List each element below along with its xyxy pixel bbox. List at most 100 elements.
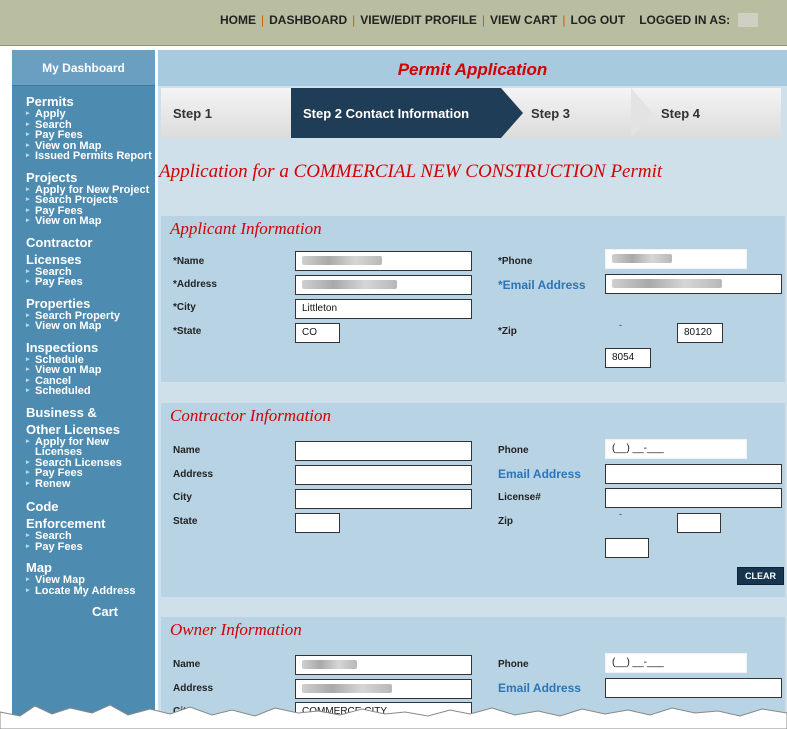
- label-name: Name: [173, 445, 201, 456]
- label-email: Email Address: [498, 681, 581, 695]
- sidebar-dashboard-link[interactable]: My Dashboard: [12, 50, 155, 86]
- step-4[interactable]: Step 4: [631, 88, 781, 138]
- sidebar-section-contractor-licenses: Contractor Licenses Search Pay Fees: [12, 235, 155, 288]
- zip-dash: -: [619, 320, 622, 330]
- applicant-email-field[interactable]: [605, 274, 782, 294]
- label-email: *Email Address: [498, 278, 586, 292]
- zip-ext-value: 8054: [612, 352, 635, 363]
- applicant-panel: Applicant Information *Name *Address *Ci…: [161, 216, 785, 382]
- sidebar-heading[interactable]: Cart: [92, 604, 155, 619]
- contractor-zip-field[interactable]: [677, 513, 721, 533]
- contractor-state-field[interactable]: [295, 513, 340, 533]
- label-state: *State: [173, 326, 202, 337]
- redacted-value: [612, 254, 672, 263]
- applicant-zip-ext-field[interactable]: 8054: [605, 348, 651, 368]
- sidebar-section-properties: Properties Search Property View on Map: [12, 296, 155, 332]
- sidebar-section-permits: Permits Apply Search Pay Fees View on Ma…: [12, 94, 155, 162]
- owner-address-field[interactable]: [295, 679, 472, 699]
- applicant-state-field[interactable]: CO: [295, 323, 340, 343]
- contractor-phone-field[interactable]: (__) __-___: [605, 439, 747, 459]
- sidebar-item-pay-fees[interactable]: Pay Fees: [26, 277, 155, 288]
- sidebar-item-pay-fees[interactable]: Pay Fees: [26, 468, 155, 479]
- sidebar-heading: Properties: [26, 295, 91, 311]
- contractor-zip-ext-input[interactable]: [612, 542, 642, 553]
- owner-name-field[interactable]: [295, 655, 472, 675]
- label-name: *Name: [173, 256, 205, 267]
- label-phone: Phone: [498, 445, 529, 456]
- contractor-city-input[interactable]: [302, 493, 465, 504]
- sidebar-item-apply[interactable]: Apply: [26, 109, 155, 120]
- applicant-name-field[interactable]: [295, 251, 472, 271]
- label-address: *Address: [173, 279, 217, 290]
- city-value: Littleton: [302, 303, 338, 314]
- step-1[interactable]: Step 1: [161, 88, 293, 138]
- contractor-address-field[interactable]: [295, 465, 472, 485]
- sidebar-item-locate-my-address[interactable]: Locate My Address: [26, 585, 155, 597]
- phone-placeholder: (__) __-___: [612, 657, 664, 668]
- step-label: Step 4: [661, 105, 701, 121]
- sidebar-item-search-projects[interactable]: Search Projects: [26, 195, 155, 206]
- sidebar-section-code-enforcement: Code Enforcement Search Pay Fees: [12, 499, 155, 552]
- clear-button[interactable]: CLEAR: [737, 567, 784, 585]
- sidebar-item-view-on-map[interactable]: View on Map: [26, 216, 155, 227]
- label-email: Email Address: [498, 467, 581, 481]
- owner-phone-field[interactable]: (__) __-___: [605, 653, 747, 673]
- label-address: Address: [173, 683, 214, 694]
- sidebar-item-search[interactable]: Search: [26, 531, 155, 542]
- redacted-value: [302, 684, 392, 693]
- sidebar-item-issued-permits-report[interactable]: Issued Permits Report: [26, 151, 155, 162]
- applicant-phone-field[interactable]: [605, 249, 747, 269]
- nav-profile-link[interactable]: VIEW/EDIT PROFILE: [360, 13, 477, 27]
- label-city: *City: [173, 302, 196, 313]
- applicant-address-field[interactable]: [295, 275, 472, 295]
- contractor-email-field[interactable]: [605, 464, 782, 484]
- redacted-value: [302, 280, 397, 289]
- top-nav: HOME | DASHBOARD | VIEW/EDIT PROFILE | V…: [220, 13, 759, 27]
- contractor-zip-ext-field[interactable]: [605, 538, 649, 558]
- sidebar-item-pay-fees[interactable]: Pay Fees: [26, 130, 155, 141]
- owner-email-field[interactable]: [605, 678, 782, 698]
- label-state: State: [173, 516, 198, 527]
- redacted-value: [612, 279, 722, 288]
- state-value: CO: [302, 327, 317, 338]
- contractor-email-input[interactable]: [612, 468, 775, 479]
- contractor-name-input[interactable]: [302, 445, 465, 456]
- contractor-license-field[interactable]: [605, 488, 782, 508]
- logged-in-label: LOGGED IN AS:: [639, 13, 731, 27]
- nav-separator: |: [562, 13, 566, 27]
- owner-email-input[interactable]: [612, 682, 775, 693]
- sidebar-item-scheduled[interactable]: Scheduled: [26, 386, 155, 397]
- sidebar-heading: Business &: [26, 404, 97, 420]
- nav-logout-link[interactable]: LOG OUT: [571, 13, 626, 27]
- sidebar-item-apply-for-new-continued[interactable]: Licenses: [26, 447, 155, 458]
- contractor-zip-input[interactable]: [684, 517, 714, 528]
- label-city: City: [173, 492, 192, 503]
- nav-dashboard-link[interactable]: DASHBOARD: [269, 13, 347, 27]
- contractor-city-field[interactable]: [295, 489, 472, 509]
- zip-dash: -: [619, 509, 622, 519]
- applicant-body: *Name *Address *City Littleton *State CO…: [161, 242, 785, 382]
- contractor-address-input[interactable]: [302, 469, 465, 480]
- nav-cart-link[interactable]: VIEW CART: [490, 13, 557, 27]
- phone-placeholder: (__) __-___: [612, 443, 664, 454]
- applicant-zip-field[interactable]: 80120: [677, 323, 723, 343]
- applicant-city-field[interactable]: Littleton: [295, 299, 472, 319]
- sidebar-item-renew[interactable]: Renew: [26, 478, 155, 490]
- sidebar-item-view-on-map[interactable]: View on Map: [26, 365, 155, 376]
- owner-heading: Owner Information: [170, 620, 302, 639]
- label-zip: *Zip: [498, 326, 517, 337]
- sidebar-item-view-map[interactable]: View Map: [26, 575, 155, 586]
- sidebar-item-view-on-map[interactable]: View on Map: [26, 321, 155, 332]
- nav-home-link[interactable]: HOME: [220, 13, 256, 27]
- sidebar-item-pay-fees[interactable]: Pay Fees: [26, 541, 155, 553]
- application-title: Application for a COMMERCIAL NEW CONSTRU…: [159, 161, 663, 182]
- label-name: Name: [173, 659, 201, 670]
- contractor-state-input[interactable]: [302, 517, 333, 528]
- contractor-name-field[interactable]: [295, 441, 472, 461]
- sidebar-heading: Permits: [26, 94, 74, 109]
- sidebar-heading: Enforcement: [26, 516, 106, 531]
- step-2-active[interactable]: Step 2 Contact Information: [291, 88, 501, 138]
- contractor-body: Name Address City State Phone (__) __-__…: [161, 429, 785, 597]
- nav-separator: |: [261, 13, 265, 27]
- contractor-license-input[interactable]: [612, 492, 775, 503]
